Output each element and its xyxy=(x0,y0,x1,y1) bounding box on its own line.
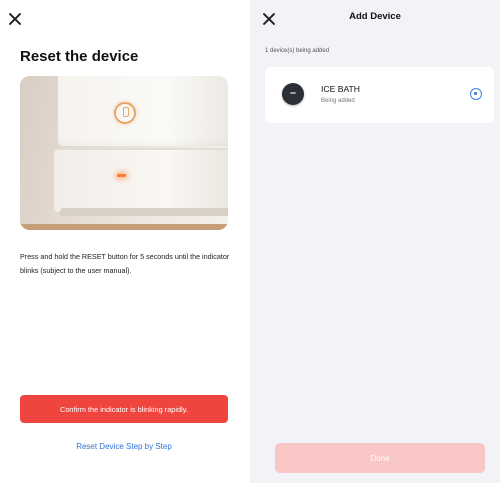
power-icon xyxy=(114,102,136,124)
progress-spinner-icon xyxy=(470,88,482,100)
indicator-light xyxy=(117,174,126,177)
adding-count-label: 1 device(s) being added xyxy=(265,48,330,54)
device-status: Being added xyxy=(321,98,355,104)
device-name: ICE BATH xyxy=(321,84,360,94)
ice-bath-device-icon xyxy=(282,83,304,105)
confirm-blinking-button[interactable]: Confirm the indicator is blinking rapidl… xyxy=(20,395,228,423)
page-title: Reset the device xyxy=(20,48,139,65)
reset-instruction: Press and hold the RESET button for 5 se… xyxy=(20,252,230,275)
device-image xyxy=(20,76,228,230)
reset-step-by-step-link[interactable]: Reset Device Step by Step xyxy=(20,442,228,451)
device-card[interactable]: ICE BATH Being added xyxy=(265,67,494,123)
reset-device-screen: Reset the device Press and hold the RESE… xyxy=(0,0,250,483)
done-button[interactable]: Done xyxy=(275,443,485,473)
close-icon[interactable] xyxy=(8,12,22,26)
page-title: Add Device xyxy=(349,11,401,22)
add-device-screen: Add Device 1 device(s) being added ICE B… xyxy=(250,0,500,483)
